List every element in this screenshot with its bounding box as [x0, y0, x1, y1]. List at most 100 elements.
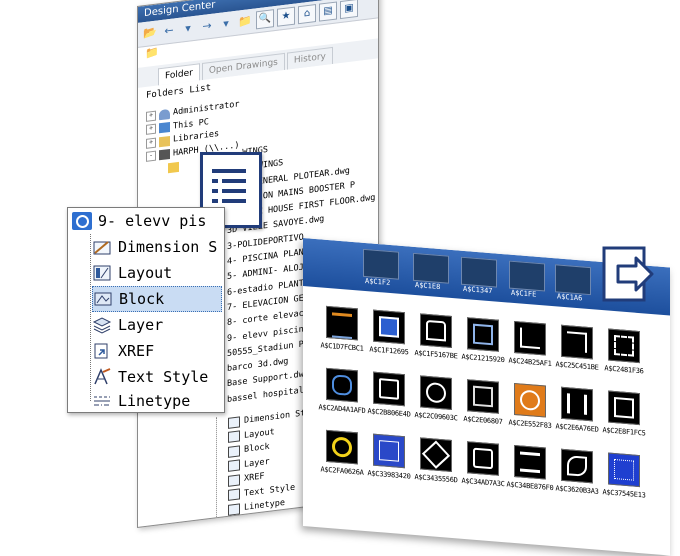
block-item[interactable]: A$C1F5167BE [409, 313, 463, 361]
tree-line [90, 234, 91, 401]
block-thumbnail [514, 382, 546, 418]
block-thumbnail [326, 367, 358, 403]
forward-icon[interactable]: → [199, 17, 215, 35]
popup-item-layer[interactable]: Layer [92, 312, 163, 338]
block-label: A$C33983420 [367, 469, 411, 481]
block-label: A$C2B806E4D [367, 407, 411, 419]
block-item[interactable]: A$C3620B3A3 [550, 448, 604, 496]
folder-icon: 📁 [145, 45, 159, 61]
block-item[interactable]: A$C37545E13 [597, 452, 651, 500]
linetype-icon [92, 392, 112, 410]
thumbnail[interactable] [363, 248, 399, 280]
thumbnail[interactable] [461, 256, 497, 288]
block-item[interactable]: A$C2C09603C [409, 375, 463, 423]
xref-icon [92, 342, 112, 360]
block-item[interactable]: A$C1F12695 [362, 309, 416, 357]
block-item[interactable]: A$C2AD4A1AFD [315, 367, 369, 415]
search-icon[interactable]: 🔍 [256, 9, 274, 30]
block-label: A$C3435556D [414, 472, 458, 485]
block-label: A$C34AD7A3C [461, 476, 505, 489]
dropdown-icon[interactable]: ▾ [218, 15, 234, 33]
block-label: A$C1F12695 [369, 345, 409, 357]
block-item[interactable]: A$C3435556D [409, 437, 463, 485]
block-label: A$C1F5167BE [414, 348, 458, 361]
layout-icon [228, 430, 240, 444]
block-item[interactable]: A$C2E06807 [456, 378, 510, 426]
block-label: A$C2C09603C [414, 410, 458, 423]
popup-item-dimension-style[interactable]: Dimension S [92, 234, 217, 260]
popup-item-text-style[interactable]: Text Style [92, 364, 208, 390]
libraries-icon [159, 135, 170, 148]
favorites-icon[interactable]: ★ [277, 6, 295, 27]
thumbnail-label: A$C1FE [511, 288, 537, 299]
thumbnail[interactable] [555, 264, 591, 296]
popup-item-layout[interactable]: Layout [92, 260, 172, 286]
folder-open-icon[interactable]: 📂 [142, 24, 158, 42]
layer-icon [92, 316, 112, 334]
expand-icon[interactable]: + [146, 137, 156, 149]
thumbnail[interactable] [509, 260, 545, 292]
thumbnail-label: A$C1E8 [415, 281, 441, 292]
drawing-content-popup: 9- elevv pis Dimension S Layout Block La… [67, 207, 225, 413]
block-item[interactable]: A$C2E6A76ED [550, 386, 604, 434]
block-thumbnail [561, 386, 593, 422]
block-item[interactable]: A$C1D7FCBC1 [315, 305, 369, 353]
expand-icon[interactable]: + [146, 110, 156, 122]
block-thumbnail [326, 429, 358, 465]
block-thumbnail [373, 433, 405, 469]
block-thumbnail [514, 320, 546, 356]
preview-icon[interactable]: ▣ [340, 0, 358, 20]
user-icon [159, 108, 170, 121]
thumbnail[interactable] [413, 252, 449, 284]
block-icon [228, 445, 240, 458]
layer-icon [228, 459, 240, 473]
popup-item-xref[interactable]: XREF [92, 338, 154, 364]
block-label: A$C1D7FCBC1 [320, 341, 364, 353]
block-thumbnail [467, 379, 499, 414]
dimension-style-icon [92, 238, 112, 256]
block-item[interactable]: A$C21215920 [456, 316, 510, 364]
drive-icon [159, 149, 170, 161]
popup-item-label: Layer [118, 316, 164, 334]
popup-item-label: Block [119, 290, 165, 308]
up-folder-icon[interactable]: 📁 [237, 13, 253, 31]
block-item[interactable]: A$C34BE876F0 [503, 444, 557, 492]
block-item[interactable]: A$C2B806E4D [362, 371, 416, 419]
block-thumbnail [420, 437, 452, 472]
collapse-icon[interactable]: - [146, 150, 156, 163]
dropdown-icon[interactable]: ▾ [180, 20, 196, 38]
block-label: A$C2AD4A1AFD [318, 403, 366, 416]
block-thumbnail [561, 324, 593, 360]
computer-icon [159, 122, 170, 134]
layout-icon [92, 264, 112, 282]
thumbnail-label: A$C1A6 [557, 292, 583, 303]
popup-title-row[interactable]: 9- elevv pis [72, 208, 206, 234]
linetype-icon [228, 503, 240, 516]
home-icon[interactable]: ⌂ [298, 4, 316, 25]
back-icon[interactable]: ← [161, 22, 177, 40]
popup-item-linetype[interactable]: Linetype [92, 388, 190, 412]
block-item[interactable]: A$C2E552F83 [503, 382, 557, 430]
popup-item-label: XREF [118, 342, 155, 360]
block-thumbnail [467, 441, 499, 476]
block-item[interactable]: A$C33983420 [362, 433, 416, 481]
expand-icon[interactable]: + [146, 123, 156, 136]
tree-toggle-icon[interactable]: ▤ [319, 1, 337, 22]
block-thumbnail [608, 328, 640, 364]
block-label: A$C2E552F83 [508, 418, 552, 430]
block-item[interactable]: A$C24B25AF1 [503, 320, 557, 368]
block-label: A$C3620B3A3 [555, 484, 599, 496]
block-item[interactable]: A$C34AD7A3C [456, 440, 510, 488]
block-thumbnail [326, 305, 358, 341]
block-item[interactable]: A$C2FA0626A [315, 429, 369, 477]
block-thumbnail [420, 375, 452, 410]
block-label: A$C2E06807 [463, 414, 503, 427]
block-label: A$C21215920 [461, 352, 505, 365]
popup-item-label: Text Style [118, 368, 209, 386]
popup-item-block[interactable]: Block [92, 286, 222, 312]
block-icon [93, 290, 113, 308]
block-item[interactable]: A$C2481F36 [597, 328, 651, 376]
block-item[interactable]: A$C25C451BE [550, 324, 604, 372]
block-item[interactable]: A$C2E8F1FC5 [597, 390, 651, 438]
block-label: A$C34BE876F0 [506, 480, 554, 493]
